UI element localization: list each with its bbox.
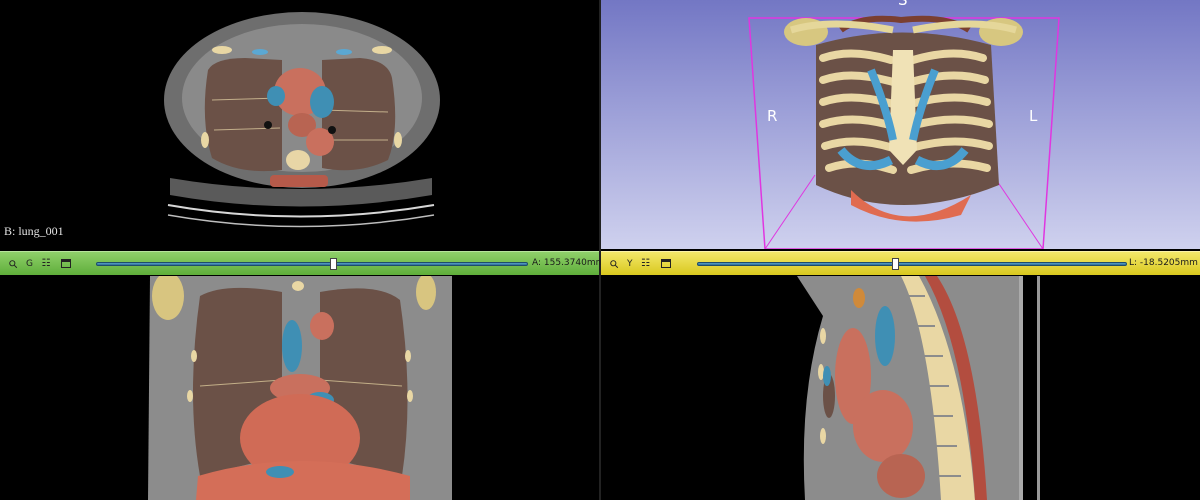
green-slice-slider[interactable] xyxy=(96,258,528,270)
sagittal-slice-view[interactable] xyxy=(601,276,1200,500)
axial-slice-view[interactable]: B: lung_001 xyxy=(0,0,599,249)
orientation-marker-left: L xyxy=(1029,107,1038,125)
orientation-marker-superior: S xyxy=(898,0,908,9)
volume-name-label: B: lung_001 xyxy=(4,224,64,238)
yellow-slice-slider[interactable] xyxy=(697,258,1127,270)
green-slice-offset: A: 155.3740mm xyxy=(532,258,605,268)
sagittal-ct-image xyxy=(797,276,1040,500)
maximize-view-icon[interactable] xyxy=(60,259,71,268)
yellow-slice-slider-handle[interactable] xyxy=(891,258,899,270)
pin-icon[interactable]: ⚲ xyxy=(3,254,23,274)
link-icon[interactable]: ☷ xyxy=(639,257,653,271)
orientation-marker-right: R xyxy=(767,107,778,125)
3d-render-view[interactable]: S R L xyxy=(601,0,1200,249)
coronal-ct-image xyxy=(148,276,452,500)
pin-icon[interactable]: ⚲ xyxy=(604,254,624,274)
yellow-slice-controller: ⚲ Y ☷ L: -18.5205mm xyxy=(601,251,1200,275)
view-letter-g: G xyxy=(26,258,33,269)
green-slice-controller: ⚲ G ☷ A: 155.3740mm xyxy=(0,251,604,275)
yellow-slice-offset: L: -18.5205mm xyxy=(1129,258,1198,268)
3d-rendered-model xyxy=(748,15,1060,249)
link-icon[interactable]: ☷ xyxy=(39,257,53,271)
maximize-view-icon[interactable] xyxy=(660,259,671,268)
axial-ct-image xyxy=(164,12,440,228)
coronal-slice-view[interactable] xyxy=(0,276,599,500)
green-slice-slider-handle[interactable] xyxy=(329,258,337,270)
view-letter-y: Y xyxy=(627,258,633,269)
